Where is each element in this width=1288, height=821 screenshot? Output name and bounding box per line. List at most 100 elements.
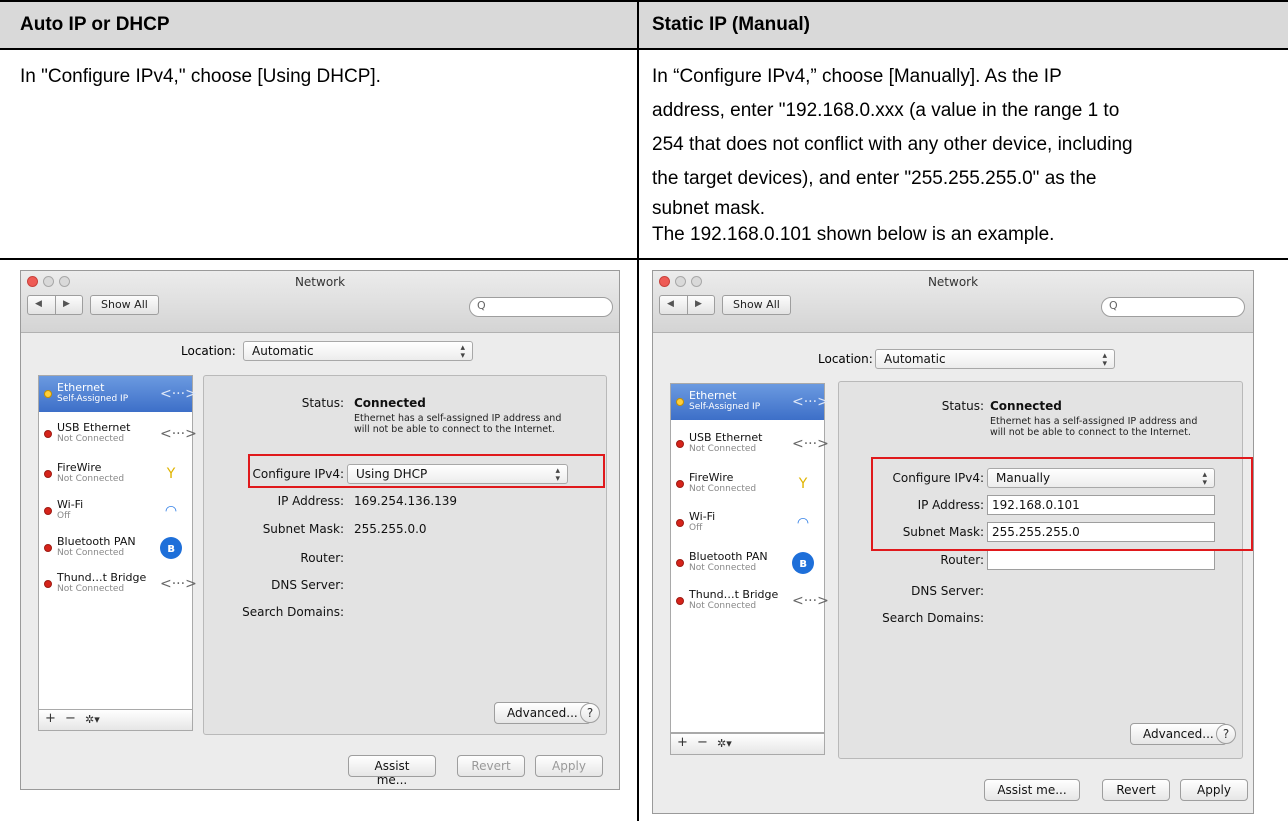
service-item-thunderbolt-bridge[interactable]: Thund…t Bridge Not Connected <···> [39,566,197,602]
remove-service-button[interactable]: − [697,735,708,750]
status-dot-icon [676,398,684,406]
back-arrow-icon[interactable]: ◀ [667,299,674,309]
nav-segment: ◀ ▶ [27,295,83,315]
apply-button[interactable]: Apply [1180,779,1248,801]
service-item-firewire[interactable]: FireWire Not Connected Y [39,456,192,492]
detail-panel: Status: Connected Ethernet has a self-as… [838,381,1243,759]
location-label: Location: [181,344,236,358]
status-note-line: will not be able to connect to the Inter… [990,427,1191,438]
search-input[interactable]: Q [469,297,613,317]
status-note: Ethernet has a self-assigned IP address … [354,413,561,435]
location-popup[interactable]: Automatic ▴ ▾ [875,349,1115,369]
service-item-bluetooth-pan[interactable]: Bluetooth PAN Not Connected ʙ [671,545,824,581]
network-window-manual: Network ◀ ▶ Show All Q Location: Automat… [652,270,1254,814]
window-title: Network [927,275,979,289]
search-domains-label: Search Domains: [242,605,344,619]
service-status: Not Connected [689,444,757,454]
help-icon[interactable]: ? [1216,724,1236,744]
service-item-firewire[interactable]: FireWire Not Connected Y [671,466,824,502]
ip-address-value: 169.254.136.139 [354,494,458,508]
service-status: Not Connected [689,484,757,494]
service-status: Not Connected [57,548,125,558]
service-name: Ethernet [57,381,105,394]
location-value: Automatic [884,352,946,366]
apply-button[interactable]: Apply [535,755,603,777]
ip-address-label: IP Address: [277,494,344,508]
add-service-button[interactable]: + [677,735,688,750]
bluetooth-icon: ʙ [792,552,814,574]
dns-server-label: DNS Server: [911,584,984,598]
advanced-button[interactable]: Advanced... [494,702,591,724]
service-item-usb-ethernet[interactable]: USB Ethernet Not Connected <···> [39,416,197,452]
assist-me-button[interactable]: Assist me... [984,779,1080,801]
forward-arrow-icon[interactable]: ▶ [695,299,702,309]
show-all-button[interactable]: Show All [90,295,159,315]
status-dot-icon [44,390,52,398]
ethernet-icon: <···> [160,386,197,402]
services-toolbar: + − ✲▾ [38,709,193,731]
service-item-wifi[interactable]: Wi-Fi Off ◠ [39,493,192,529]
router-field[interactable] [987,550,1215,570]
highlight-box [871,457,1253,551]
col1-header: Auto IP or DHCP [20,14,170,35]
services-list[interactable]: Ethernet Self-Assigned IP <···> USB Ethe… [38,375,197,710]
assist-me-button[interactable]: Assist me... [348,755,436,787]
service-name: Bluetooth PAN [57,535,136,548]
service-status: Not Connected [57,474,125,484]
status-dot-icon [676,440,684,448]
status-dot-icon [676,597,684,605]
back-arrow-icon[interactable]: ◀ [35,299,42,309]
location-popup[interactable]: Automatic ▴ ▾ [243,341,473,361]
status-value: Connected [354,396,426,410]
service-item-wifi[interactable]: Wi-Fi Off ◠ [671,505,824,541]
status-note-line: will not be able to connect to the Inter… [354,424,555,435]
service-item-ethernet[interactable]: Ethernet Self-Assigned IP <···> [671,384,829,420]
show-all-button[interactable]: Show All [722,295,791,315]
service-name: Wi-Fi [57,498,84,511]
bluetooth-icon: ʙ [160,537,182,559]
service-name: FireWire [57,461,102,474]
search-input[interactable]: Q [1101,297,1245,317]
updown-arrows-icon: ▴ ▾ [1102,351,1107,369]
ethernet-icon: <···> [792,394,829,410]
wifi-icon: ◠ [164,503,178,519]
advanced-button[interactable]: Advanced... [1130,723,1227,745]
location-value: Automatic [252,344,314,358]
status-note: Ethernet has a self-assigned IP address … [990,416,1197,438]
service-item-thunderbolt-bridge[interactable]: Thund…t Bridge Not Connected <···> [671,583,829,619]
help-icon[interactable]: ? [580,703,600,723]
remove-service-button[interactable]: − [65,711,76,726]
wifi-icon: ◠ [796,515,810,531]
service-status: Not Connected [689,601,757,611]
updown-arrows-icon: ▴ ▾ [460,343,465,361]
dns-server-label: DNS Server: [271,578,344,592]
column-divider [637,0,639,821]
search-domains-label: Search Domains: [882,611,984,625]
desc-line: the target devices), and enter "255.255.… [652,168,1097,189]
services-list[interactable]: Ethernet Self-Assigned IP <···> USB Ethe… [670,383,829,733]
gear-icon[interactable]: ✲▾ [717,737,732,750]
ethernet-icon: <···> [160,576,197,592]
forward-arrow-icon[interactable]: ▶ [63,299,70,309]
status-dot-icon [676,480,684,488]
add-service-button[interactable]: + [45,711,56,726]
service-name: Thund…t Bridge [689,588,779,601]
col2-description: In “Configure IPv4,” choose [Manually]. … [652,60,1282,248]
row-divider [0,258,1288,260]
gear-icon[interactable]: ✲▾ [85,713,100,726]
desc-line: address, enter "192.168.0.xxx (a value i… [652,100,1120,121]
window-title: Network [294,275,346,289]
col2-header: Static IP (Manual) [652,14,811,35]
desc-line: 254 that does not conflict with any othe… [652,134,1133,155]
service-status: Off [57,511,71,521]
service-item-bluetooth-pan[interactable]: Bluetooth PAN Not Connected ʙ [39,530,192,566]
service-item-ethernet[interactable]: Ethernet Self-Assigned IP <···> [39,376,197,412]
status-dot-icon [44,470,52,478]
revert-button[interactable]: Revert [457,755,525,777]
revert-button[interactable]: Revert [1102,779,1170,801]
service-item-usb-ethernet[interactable]: USB Ethernet Not Connected <···> [671,426,829,462]
router-label: Router: [300,551,344,565]
service-status: Self-Assigned IP [689,402,761,412]
subnet-mask-label: Subnet Mask: [262,522,344,536]
service-status: Not Connected [57,434,125,444]
